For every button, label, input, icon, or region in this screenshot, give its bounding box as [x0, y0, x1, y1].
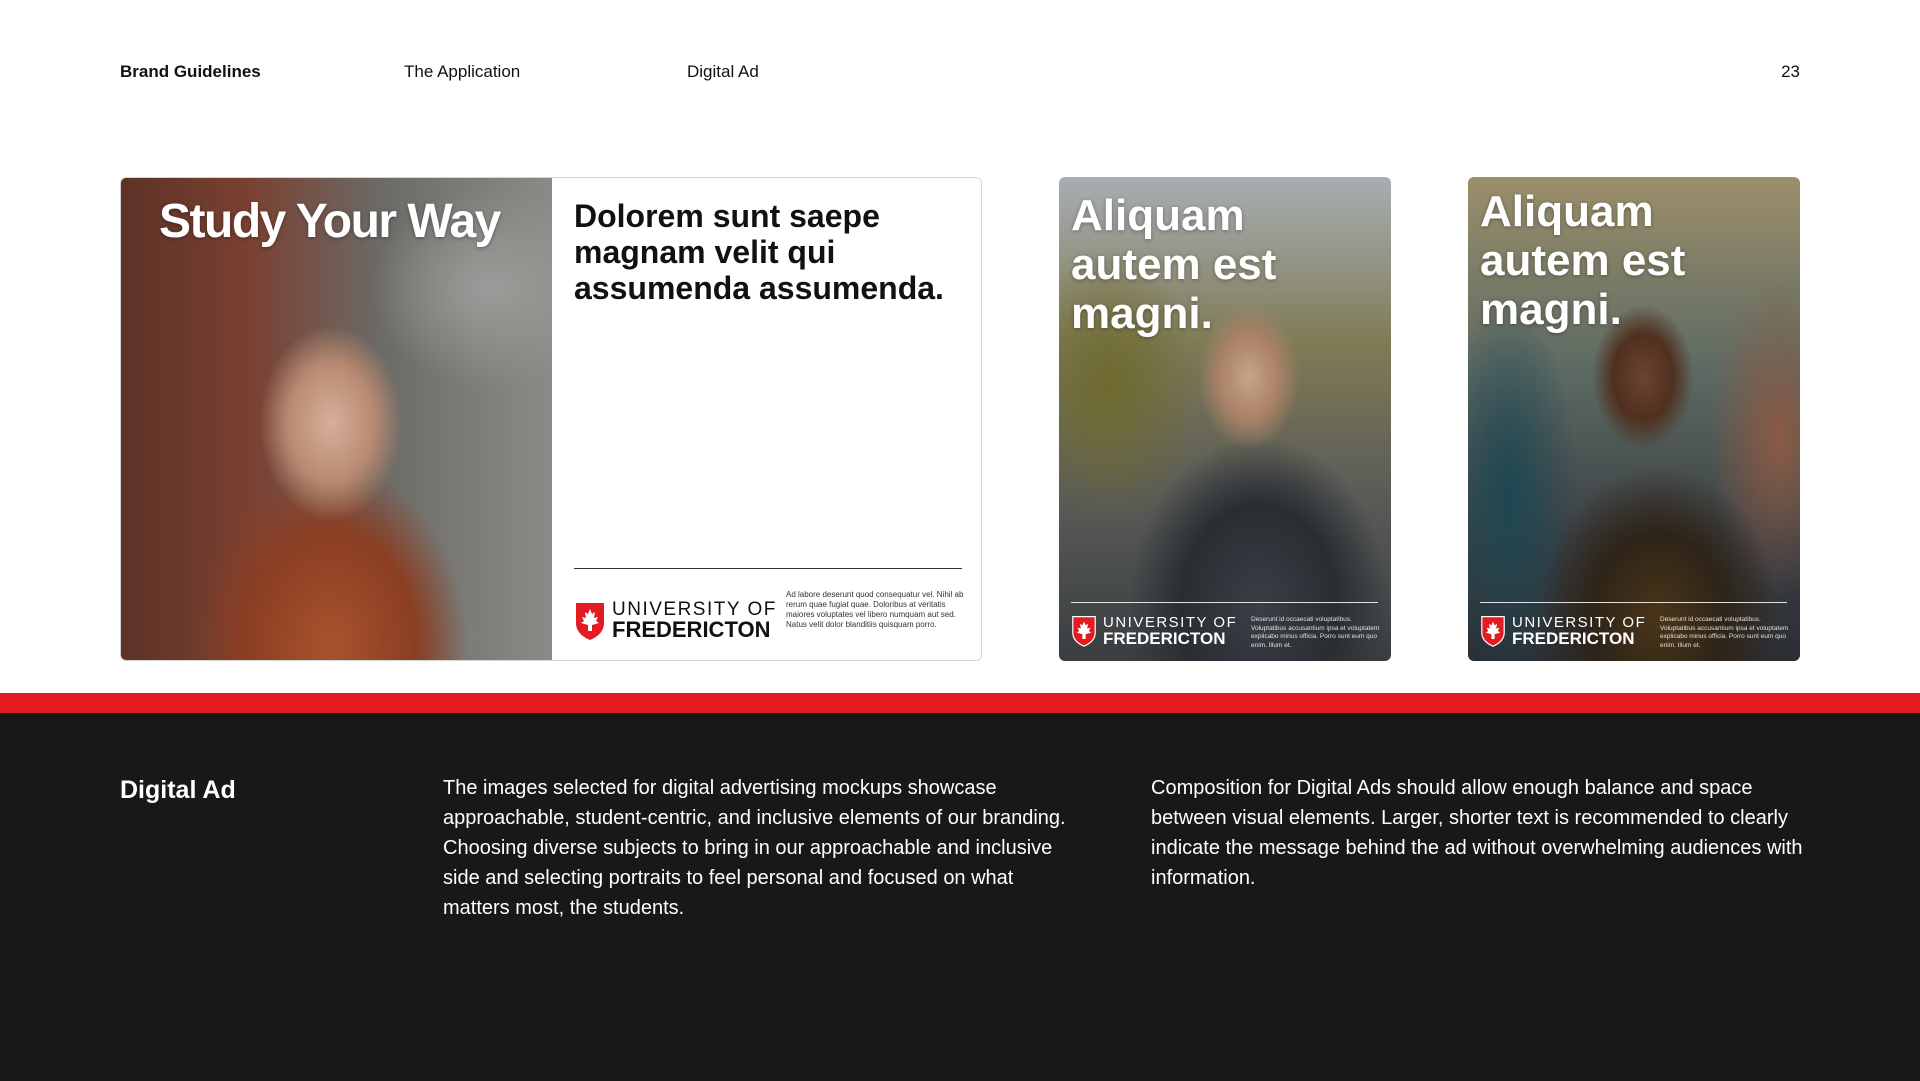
page-number: 23: [1781, 62, 1800, 81]
header-section-label: The Application: [404, 62, 521, 81]
logo-line-1: UNIVERSITY OF: [1103, 614, 1238, 631]
ad-photo-student-woman: Study Your Way: [121, 178, 552, 660]
maple-shield-icon: [1072, 616, 1096, 647]
landscape-digital-ad: Study Your Way Dolorem sunt saepe magnam…: [120, 177, 982, 661]
logo-line-1: UNIVERSITY OF: [1512, 614, 1647, 631]
ad-divider: [1071, 602, 1378, 603]
ad-body-copy: Ad labore deserunt quod consequatur vel.…: [786, 590, 964, 629]
maple-shield-icon: [576, 602, 604, 640]
portrait-digital-ad-2: Aliquam autem est magni. UNIVERSITY OF F…: [1468, 177, 1800, 661]
logo-line-2: FREDERICTON: [612, 617, 771, 642]
university-logo: UNIVERSITY OF FREDERICTON: [1480, 615, 1646, 647]
ad-divider: [1480, 602, 1787, 603]
ad-text-panel: Dolorem sunt saepe magnam velit qui assu…: [552, 178, 981, 660]
logo-line-2: FREDERICTON: [1512, 629, 1635, 648]
section-title: Digital Ad: [120, 776, 236, 804]
header-topic-label: Digital Ad: [687, 62, 759, 81]
maple-shield-icon: [1481, 616, 1505, 647]
ad-headline: Aliquam autem est magni.: [1071, 191, 1277, 338]
logo-line-2: FREDERICTON: [1103, 629, 1226, 648]
ad-divider: [574, 568, 962, 569]
description-panel: Digital Ad The images selected for digit…: [0, 713, 1920, 1081]
ad-headline: Aliquam autem est magni.: [1480, 187, 1686, 334]
university-logo: UNIVERSITY OF FREDERICTON: [574, 600, 777, 641]
ad-headline: Study Your Way: [159, 195, 501, 248]
accent-red-bar: [0, 693, 1920, 713]
university-logo: UNIVERSITY OF FREDERICTON: [1071, 615, 1237, 647]
ad-title: Dolorem sunt saepe magnam velit qui assu…: [574, 198, 944, 306]
description-paragraph-2: Composition for Digital Ads should allow…: [1151, 777, 1803, 889]
portrait-digital-ad-1: Aliquam autem est magni. UNIVERSITY OF F…: [1059, 177, 1391, 661]
page-header: Brand Guidelines The Application Digital…: [0, 62, 1920, 86]
ad-body-copy: Deserunt id occaecati voluptatibus. Volu…: [1251, 616, 1380, 649]
header-brand-label: Brand Guidelines: [120, 62, 261, 81]
description-paragraph-1: The images selected for digital advertis…: [443, 777, 1066, 919]
ad-body-copy: Deserunt id occaecati voluptatibus. Volu…: [1660, 616, 1789, 649]
